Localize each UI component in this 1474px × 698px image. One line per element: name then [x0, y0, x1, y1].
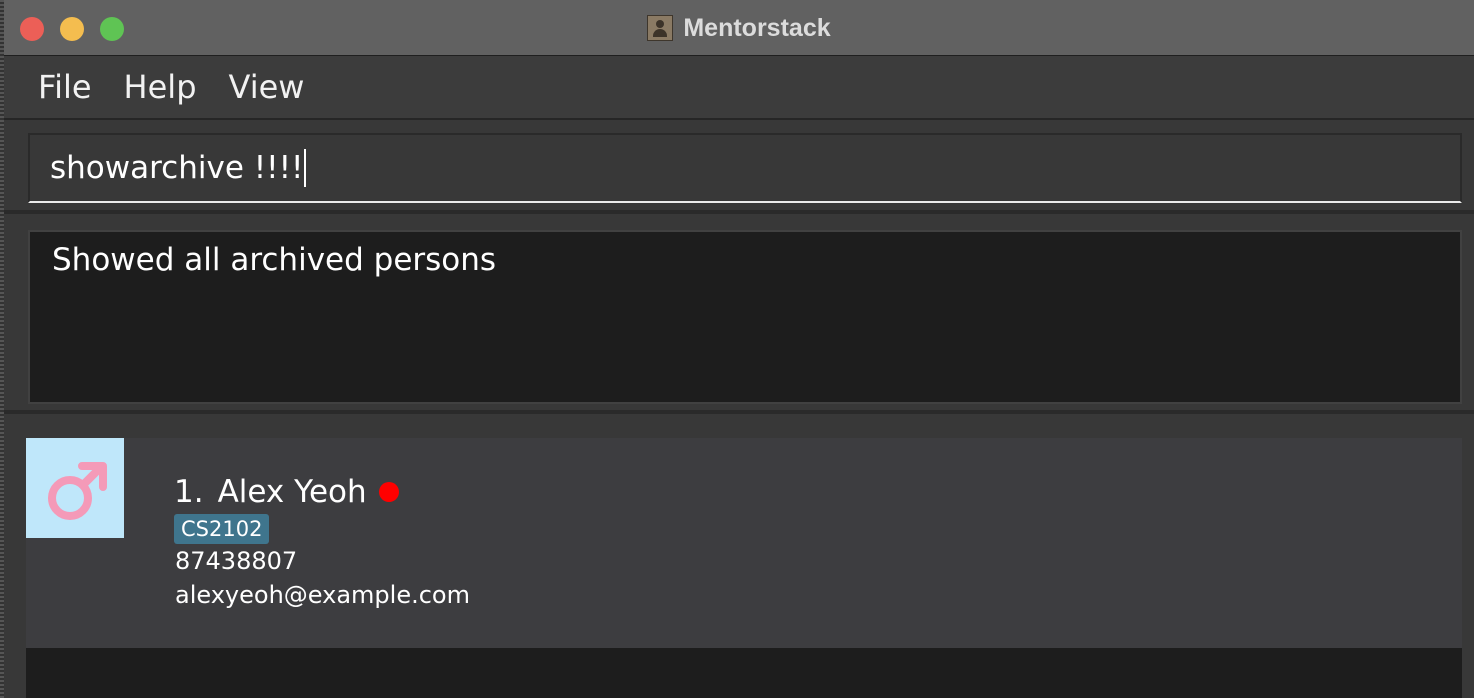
person-phone: 87438807: [175, 547, 298, 575]
list-empty-area: [26, 648, 1462, 698]
text-caret: [304, 149, 307, 187]
person-tag: CS2102: [174, 514, 270, 544]
male-symbol-icon: [48, 462, 107, 520]
result-panel: Showed all archived persons: [4, 218, 1474, 414]
person-index: 1.: [174, 474, 204, 510]
command-input[interactable]: showarchive !!!!: [28, 133, 1462, 203]
contacts-book-icon: [647, 15, 674, 41]
result-message: Showed all archived persons: [52, 242, 497, 278]
title-bar[interactable]: Mentorstack: [4, 0, 1474, 56]
menu-bar: File Help View: [4, 56, 1474, 120]
person-name: Alex Yeoh: [217, 474, 367, 510]
status-indicator-icon: [378, 482, 399, 502]
menu-view[interactable]: View: [213, 62, 321, 112]
command-input-text[interactable]: showarchive !!!!: [50, 150, 303, 186]
result-display[interactable]: Showed all archived persons: [28, 230, 1462, 404]
menu-file[interactable]: File: [22, 62, 108, 112]
title-group: Mentorstack: [4, 0, 1474, 56]
person-name-row: 1. Alex Yeoh: [174, 474, 399, 510]
person-email: alexyeoh@example.com: [175, 581, 470, 609]
app-window: Mentorstack File Help View showarchive !…: [4, 0, 1474, 698]
menu-help[interactable]: Help: [108, 62, 213, 112]
avatar: [26, 438, 124, 538]
person-card[interactable]: 1. Alex Yeoh CS2102 87438807 alexyeoh@ex…: [26, 438, 1462, 648]
window-title: Mentorstack: [683, 13, 831, 42]
person-list-panel[interactable]: 1. Alex Yeoh CS2102 87438807 alexyeoh@ex…: [4, 418, 1474, 698]
command-panel: showarchive !!!!: [4, 122, 1474, 214]
